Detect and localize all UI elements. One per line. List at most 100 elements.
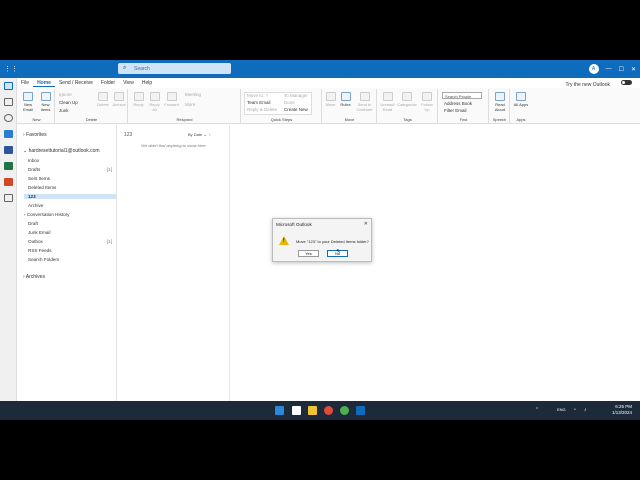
tab-folder[interactable]: Folder — [97, 78, 119, 87]
reply-button[interactable]: Reply — [132, 92, 145, 107]
folder-drafts[interactable]: Drafts [1] — [28, 167, 114, 172]
folder-archive[interactable]: Archive — [28, 203, 114, 208]
file-explorer-icon[interactable] — [308, 406, 317, 415]
warning-icon: ! — [279, 236, 289, 245]
close-icon[interactable]: ✕ — [631, 66, 636, 73]
excel-icon[interactable] — [4, 162, 13, 170]
dialog-close-icon[interactable]: ✕ — [364, 221, 368, 227]
follow-up-button[interactable]: Follow Up — [419, 92, 435, 112]
quickstep-move-to[interactable]: Move to: ? — [247, 93, 268, 98]
folder-inbox[interactable]: Inbox — [28, 158, 114, 163]
chrome-icon[interactable] — [340, 406, 349, 415]
meeting-button[interactable]: Meeting — [185, 92, 201, 97]
archives-header[interactable]: › Archives — [23, 274, 45, 280]
message-list: 123 By Date ⌄ ↑ We didn't find anything … — [118, 125, 230, 402]
app-launcher-icon[interactable]: ⋮⋮ — [4, 65, 18, 73]
group-new: New Email New Items New — [19, 89, 55, 123]
quickstep-to-manager[interactable]: To Manager — [284, 93, 308, 98]
group-find: Search People Address Book Filter Email … — [439, 89, 489, 123]
yes-button[interactable]: Yes — [298, 250, 319, 257]
tab-help[interactable]: Help — [138, 78, 156, 87]
quickstep-reply-delete[interactable]: Reply & Delete — [247, 107, 277, 112]
ignore-button[interactable]: Ignore — [59, 92, 72, 97]
delete-button[interactable]: Delete — [96, 92, 110, 107]
archive-icon — [114, 92, 124, 101]
search-placeholder: Search — [134, 66, 150, 72]
wifi-icon[interactable]: ◔ — [573, 407, 576, 413]
folder-123[interactable]: 123 — [24, 194, 116, 199]
language-indicator[interactable]: ENG — [557, 407, 566, 412]
tab-file[interactable]: File — [17, 78, 33, 87]
search-people-input[interactable]: Search People — [442, 92, 482, 99]
dialog-title: Microsoft Outlook — [276, 222, 312, 227]
tab-home[interactable]: Home — [33, 78, 55, 87]
mail-icon[interactable] — [4, 82, 13, 90]
word-icon[interactable] — [4, 146, 13, 154]
filter-email-button[interactable]: Filter Email — [444, 108, 467, 113]
unread-read-button[interactable]: Unread/ Read — [380, 92, 395, 112]
quickstep-team-email[interactable]: Team Email — [247, 100, 271, 105]
chevron-up-icon[interactable]: ⌃ — [535, 407, 539, 413]
folder-outbox[interactable]: Outbox [1] — [28, 239, 114, 244]
folder-search-folders[interactable]: Search Folders — [28, 257, 114, 262]
group-speech: Read Aloud Speech — [490, 89, 510, 123]
app-rail — [0, 78, 17, 402]
favorites-header[interactable]: › Favorites — [23, 132, 47, 138]
archive-button[interactable]: Archive — [112, 92, 126, 107]
group-delete: Ignore Clean Up Junk Delete Archive Dele… — [56, 89, 128, 123]
quickstep-create-new[interactable]: Create New — [284, 107, 308, 112]
tab-view[interactable]: View — [119, 78, 138, 87]
opera-icon[interactable] — [324, 406, 333, 415]
try-new-outlook-toggle[interactable] — [621, 80, 632, 85]
avatar[interactable]: A — [588, 64, 599, 74]
reply-all-button[interactable]: Reply All — [148, 92, 161, 112]
account-header[interactable]: ⌄ hardresettutorial1@outlook.com — [23, 148, 100, 154]
more-apps-icon[interactable] — [4, 194, 13, 202]
try-new-outlook-label: Try the new Outlook — [565, 82, 610, 88]
onenote-icon — [359, 92, 370, 101]
new-items-button[interactable]: New Items — [38, 92, 53, 112]
rules-icon — [340, 92, 351, 101]
new-email-button[interactable]: New Email — [21, 92, 35, 112]
powerpoint-icon[interactable] — [4, 178, 13, 186]
people-icon[interactable] — [4, 114, 13, 122]
folder-conversation-history[interactable]: › Conversation History — [24, 212, 110, 217]
clean-up-button[interactable]: Clean Up — [59, 100, 78, 105]
folder-deleted-items[interactable]: Deleted Items — [28, 185, 114, 190]
folder-junk-email[interactable]: Junk Email — [28, 230, 114, 235]
folder-draft[interactable]: Draft — [28, 221, 114, 226]
taskview-icon[interactable] — [292, 406, 301, 415]
confirm-delete-dialog: Microsoft Outlook ✕ ! Move "123" to your… — [272, 218, 372, 262]
folder-pane: › Favorites ⌄ hardresettutorial1@outlook… — [17, 125, 117, 402]
start-icon[interactable] — [275, 406, 284, 415]
calendar-icon[interactable] — [4, 98, 13, 106]
ribbon: New Email New Items New Ignore Clean Up … — [17, 88, 640, 124]
folder-rss-feeds[interactable]: RSS Feeds — [28, 248, 114, 253]
minimize-icon[interactable]: — — [606, 66, 612, 72]
more-respond-button[interactable]: More — [185, 102, 195, 107]
maximize-icon[interactable]: ☐ — [619, 66, 624, 73]
empty-list-message: We didn't find anything to show here. — [141, 143, 207, 148]
list-folder-title: 123 — [124, 132, 133, 138]
read-aloud-button[interactable]: Read Aloud — [492, 92, 508, 112]
title-bar: ⋮⋮ ⌕ Search A — ☐ ✕ — [0, 60, 640, 78]
all-apps-button[interactable]: All Apps — [513, 92, 529, 107]
rules-button[interactable]: Rules — [339, 92, 352, 107]
junk-button[interactable]: Junk — [59, 108, 69, 113]
forward-button[interactable]: Forward — [164, 92, 179, 107]
search-box[interactable]: ⌕ Search — [118, 63, 231, 74]
tab-send-receive[interactable]: Send / Receive — [55, 78, 97, 87]
todo-icon[interactable] — [4, 130, 13, 138]
send-to-onenote-button[interactable]: Send to OneNote — [354, 92, 375, 112]
clock[interactable]: 6:25 PM 1/13/2024 — [612, 404, 632, 416]
forward-icon — [166, 92, 177, 101]
categorize-button[interactable]: Categorize — [397, 92, 417, 107]
folder-sent-items[interactable]: Sent Items — [28, 176, 114, 181]
flag-icon — [422, 92, 432, 101]
address-book-button[interactable]: Address Book — [444, 101, 472, 106]
move-button[interactable]: Move — [324, 92, 337, 107]
outlook-taskbar-icon[interactable] — [356, 406, 365, 415]
sort-dropdown[interactable]: By Date ⌄ ↑ — [188, 132, 211, 137]
quickstep-done[interactable]: Done — [284, 100, 295, 105]
volume-icon[interactable]: ♪ — [584, 407, 587, 413]
